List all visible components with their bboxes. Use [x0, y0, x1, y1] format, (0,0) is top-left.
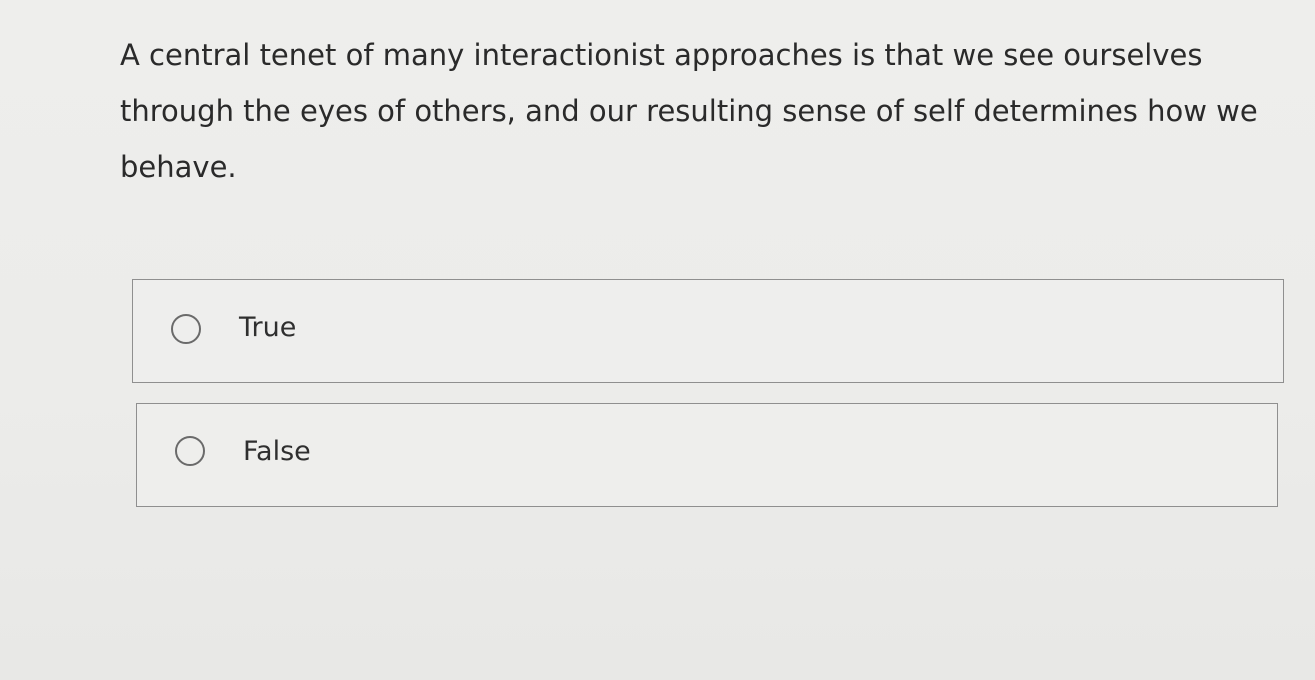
question-text: A central tenet of many interactionist a… [120, 38, 1258, 184]
answer-option-true[interactable]: True [132, 279, 1284, 383]
radio-button-icon[interactable] [171, 314, 201, 344]
option-label: False [243, 436, 311, 467]
answer-option-false[interactable]: False [136, 403, 1278, 507]
radio-button-icon[interactable] [175, 436, 205, 466]
option-label: True [239, 312, 297, 343]
